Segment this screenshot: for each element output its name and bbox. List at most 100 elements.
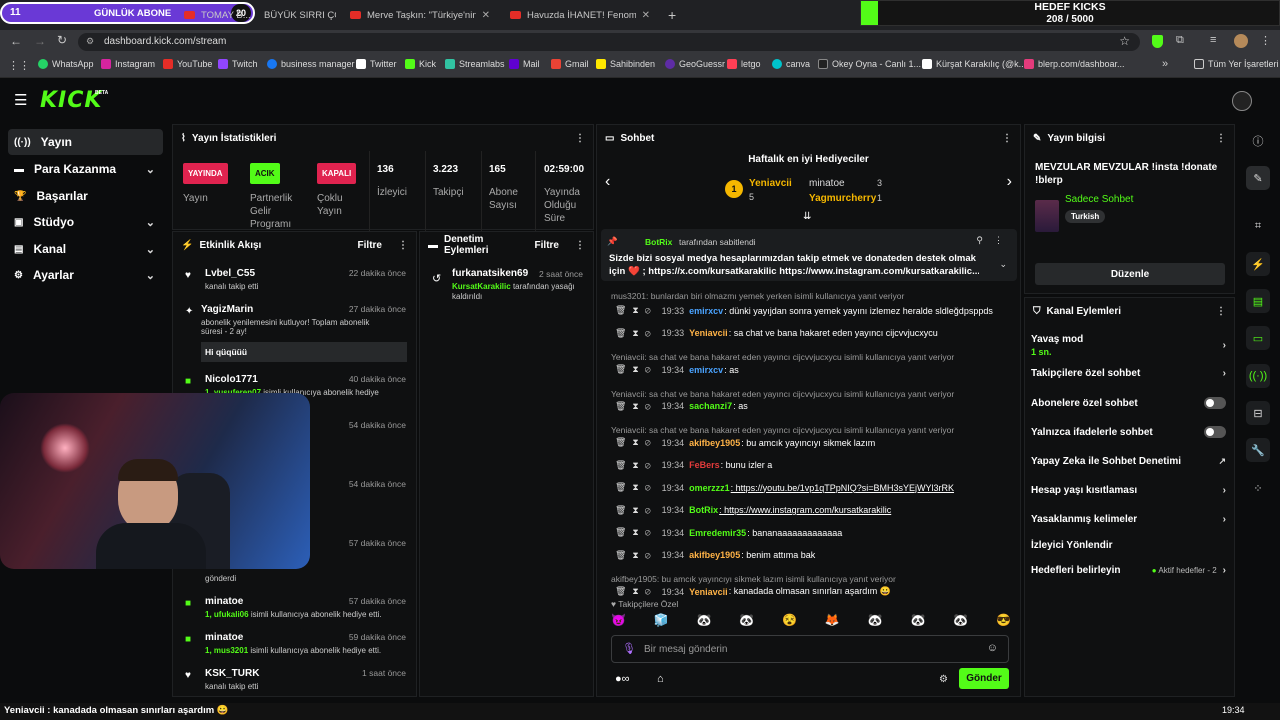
unpin-icon[interactable]: ⚲ [976,235,983,246]
emote-icon[interactable]: 😎 [996,613,1011,631]
bookmark-gmail[interactable]: Gmail [551,59,589,69]
more-options-icon[interactable]: ⋮ [398,240,408,251]
new-tab-button[interactable]: + [660,4,682,26]
apps-icon[interactable]: ⁘ [1246,476,1270,500]
all-bookmarks[interactable]: Tüm Yer İşaretleri [1194,59,1279,69]
message-user[interactable]: Yeniavcii [689,587,728,597]
emote-icon[interactable]: 🐼 [953,613,968,631]
tab-havuzda[interactable]: Havuzda İHANET! Fenomen AL... ✕ [502,4,658,26]
info-icon[interactable]: ⓘ [1246,129,1270,153]
emote-icon[interactable]: 🦊 [825,613,840,631]
message-user[interactable]: sachanzi7 [689,401,732,411]
emote-icon[interactable]: 🐼 [910,613,925,631]
mod-tools-icon[interactable]: 🗑⧗⊘ [615,482,657,493]
bookmark-mail[interactable]: Mail [509,59,540,69]
chat-message[interactable]: 🗑⧗⊘ 19:34 Emredemir35: bananaaaaaaaaaaaaa [615,527,1005,538]
message-user[interactable]: emirxcv [689,306,723,316]
mod-tools-icon[interactable]: 🗑⧗⊘ [615,586,657,597]
mod-tools-icon[interactable]: 🗑⧗⊘ [615,460,657,471]
chevron-right-icon[interactable]: › [1007,173,1012,191]
edit-button[interactable]: Düzenle [1035,263,1225,285]
media-icon[interactable]: ≡ [1210,34,1216,46]
bookmark-kick[interactable]: Kick [405,59,436,69]
scan-icon[interactable]: ⌗ [1246,214,1270,238]
bookmark-instagram[interactable]: Instagram [101,59,155,69]
chat-message[interactable]: 🗑⧗⊘ 19:34 sachanzi7: as [615,401,1005,412]
message-user[interactable]: FeBers [689,460,720,470]
more-options-icon[interactable]: ⋮ [1002,133,1012,144]
message-user[interactable]: BotRix [689,505,718,515]
kick-logo[interactable]: KICK [40,88,102,113]
more-bookmarks-icon[interactable]: » [1162,58,1168,70]
subs-only-toggle[interactable] [1204,397,1226,409]
ai-moderation-row[interactable]: Yapay Zeka ile Sohbet Denetimi ↗ [1031,456,1226,467]
bookmark-star-icon[interactable]: ☆ [1119,34,1130,48]
layout-icon[interactable]: ⊟ [1246,401,1270,425]
bookmark-okey[interactable]: Okey Oyna - Canlı 1... [818,59,921,69]
chevron-left-icon[interactable]: ‹ [605,173,610,191]
message-user[interactable]: akifbey1905 [689,550,740,560]
tab-merve[interactable]: Merve Taşkın: "Türkiye'nin Beni... ✕ [342,4,498,26]
mod-tools-icon[interactable]: 🗑⧗⊘ [615,550,657,561]
chat-message[interactable]: 🗑⧗⊘ 19:34 Yeniavcii: kanadada olmasan sını… [615,586,1005,597]
nav-para-kazanma[interactable]: ▬ Para Kazanma ⌄ [8,156,163,182]
chat-message[interactable]: 🗑⧗⊘ 19:34 omerzzz1: https://youtu.be/1vp1q… [615,482,1005,493]
wrench-icon[interactable]: 🔧 [1246,438,1270,462]
banned-words-row[interactable]: Yasaklanmış kelimeler › [1031,514,1226,525]
bookmark-business[interactable]: business manager [267,59,355,69]
emote-icon[interactable]: 😈 [611,613,626,631]
bookmark-blerp[interactable]: blerp.com/dashboar... [1024,59,1125,69]
filter-button[interactable]: Filtre [358,240,382,251]
bookmark-kursat[interactable]: Kürşat Karakılıç (@k... [922,59,1026,69]
chat-settings-icon[interactable]: ⚙ [939,674,948,685]
microphone-icon[interactable]: 🎙 [622,642,636,655]
mod-tools-icon[interactable]: 🗑⧗⊘ [615,328,657,339]
hamburger-menu-icon[interactable]: ☰ [14,91,27,109]
redirect-viewers-row[interactable]: İzleyici Yönlendir [1031,540,1226,551]
close-icon[interactable]: ✕ [642,10,650,21]
chat-message[interactable]: 🗑⧗⊘ 19:34 akifbey1905: benim attıma bak [615,550,1005,561]
chat-message[interactable]: 🗑⧗⊘ 19:33 Yeniavcii: sa chat ve bana hakar… [615,328,1005,339]
more-options-icon[interactable]: ⋮ [1216,133,1226,144]
site-info-icon[interactable]: ⚙ [86,36,94,47]
address-bar[interactable]: ⚙ dashboard.kick.com/stream ☆ [78,33,1140,51]
more-options-icon[interactable]: ⋮ [1216,306,1226,317]
nav-ayarlar[interactable]: ⚙ Ayarlar ⌄ [8,262,163,288]
bookmark-canva[interactable]: canva [772,59,810,69]
tab-tomay[interactable]: TOMAY B... [176,4,256,26]
bookmark-sahibinden[interactable]: Sahibinden [596,59,655,69]
reload-icon[interactable]: ↻ [57,33,67,47]
chat-message[interactable]: 🗑⧗⊘ 19:34 FeBers: bunu izler a [615,460,1005,471]
message-user[interactable]: omerzzz1 [689,483,730,493]
broadcast-icon[interactable]: ((·)) [1246,364,1270,388]
emoji-icon[interactable]: ☺ [987,642,998,654]
mod-tools-icon[interactable]: 🗑⧗⊘ [615,437,657,448]
mod-tools-icon[interactable]: 🗑⧗⊘ [615,505,657,516]
emote-icon[interactable]: 🧊 [654,613,669,631]
nav-kanal[interactable]: ▤ Kanal ⌄ [8,236,163,262]
collapse-gifters-icon[interactable]: ⇊ [803,211,811,222]
chat-message[interactable]: 🗑⧗⊘ 19:33 emirxcv: dünki yayıjdan sonra ye… [615,305,1005,316]
account-age-row[interactable]: Hesap yaşı kısıtlaması › [1031,485,1226,496]
chat-message[interactable]: 🗑⧗⊘ 19:34 emirxcv: as [615,364,1005,375]
message-user[interactable]: Yeniavcii [689,328,728,338]
message-user[interactable]: akifbey1905 [689,438,740,448]
nav-studyo[interactable]: ▣ Stüdyo ⌄ [8,209,163,235]
extensions-icon[interactable]: ⧉ [1176,34,1184,47]
chat-users-icon[interactable]: ●∞ [615,673,630,685]
mod-tools-icon[interactable]: 🗑⧗⊘ [615,364,657,375]
user-avatar[interactable] [1232,91,1252,111]
mod-tools-icon[interactable]: 🗑⧗⊘ [615,527,657,538]
goals-row[interactable]: Hedefleri belirleyin ● Aktif hedefler - 2… [1031,565,1226,576]
more-options-icon[interactable]: ⋮ [994,235,1003,246]
bookmark-twitch[interactable]: Twitch [218,59,258,69]
followers-only-row[interactable]: Takipçilere özel sohbet › [1031,368,1226,379]
apps-grid-icon[interactable]: ⋮⋮ [8,59,30,72]
forward-icon[interactable]: → [34,34,46,48]
bookmark-letgo[interactable]: letgo [727,59,761,69]
nav-basarilar[interactable]: 🏆 Başarılar [8,183,163,209]
mod-tools-icon[interactable]: 🗑⧗⊘ [615,401,657,412]
browser-menu-icon[interactable]: ⋮ [1260,34,1271,47]
nav-yayin[interactable]: ((·)) Yayın [8,129,163,155]
emote-icon[interactable]: 😵 [782,613,797,631]
